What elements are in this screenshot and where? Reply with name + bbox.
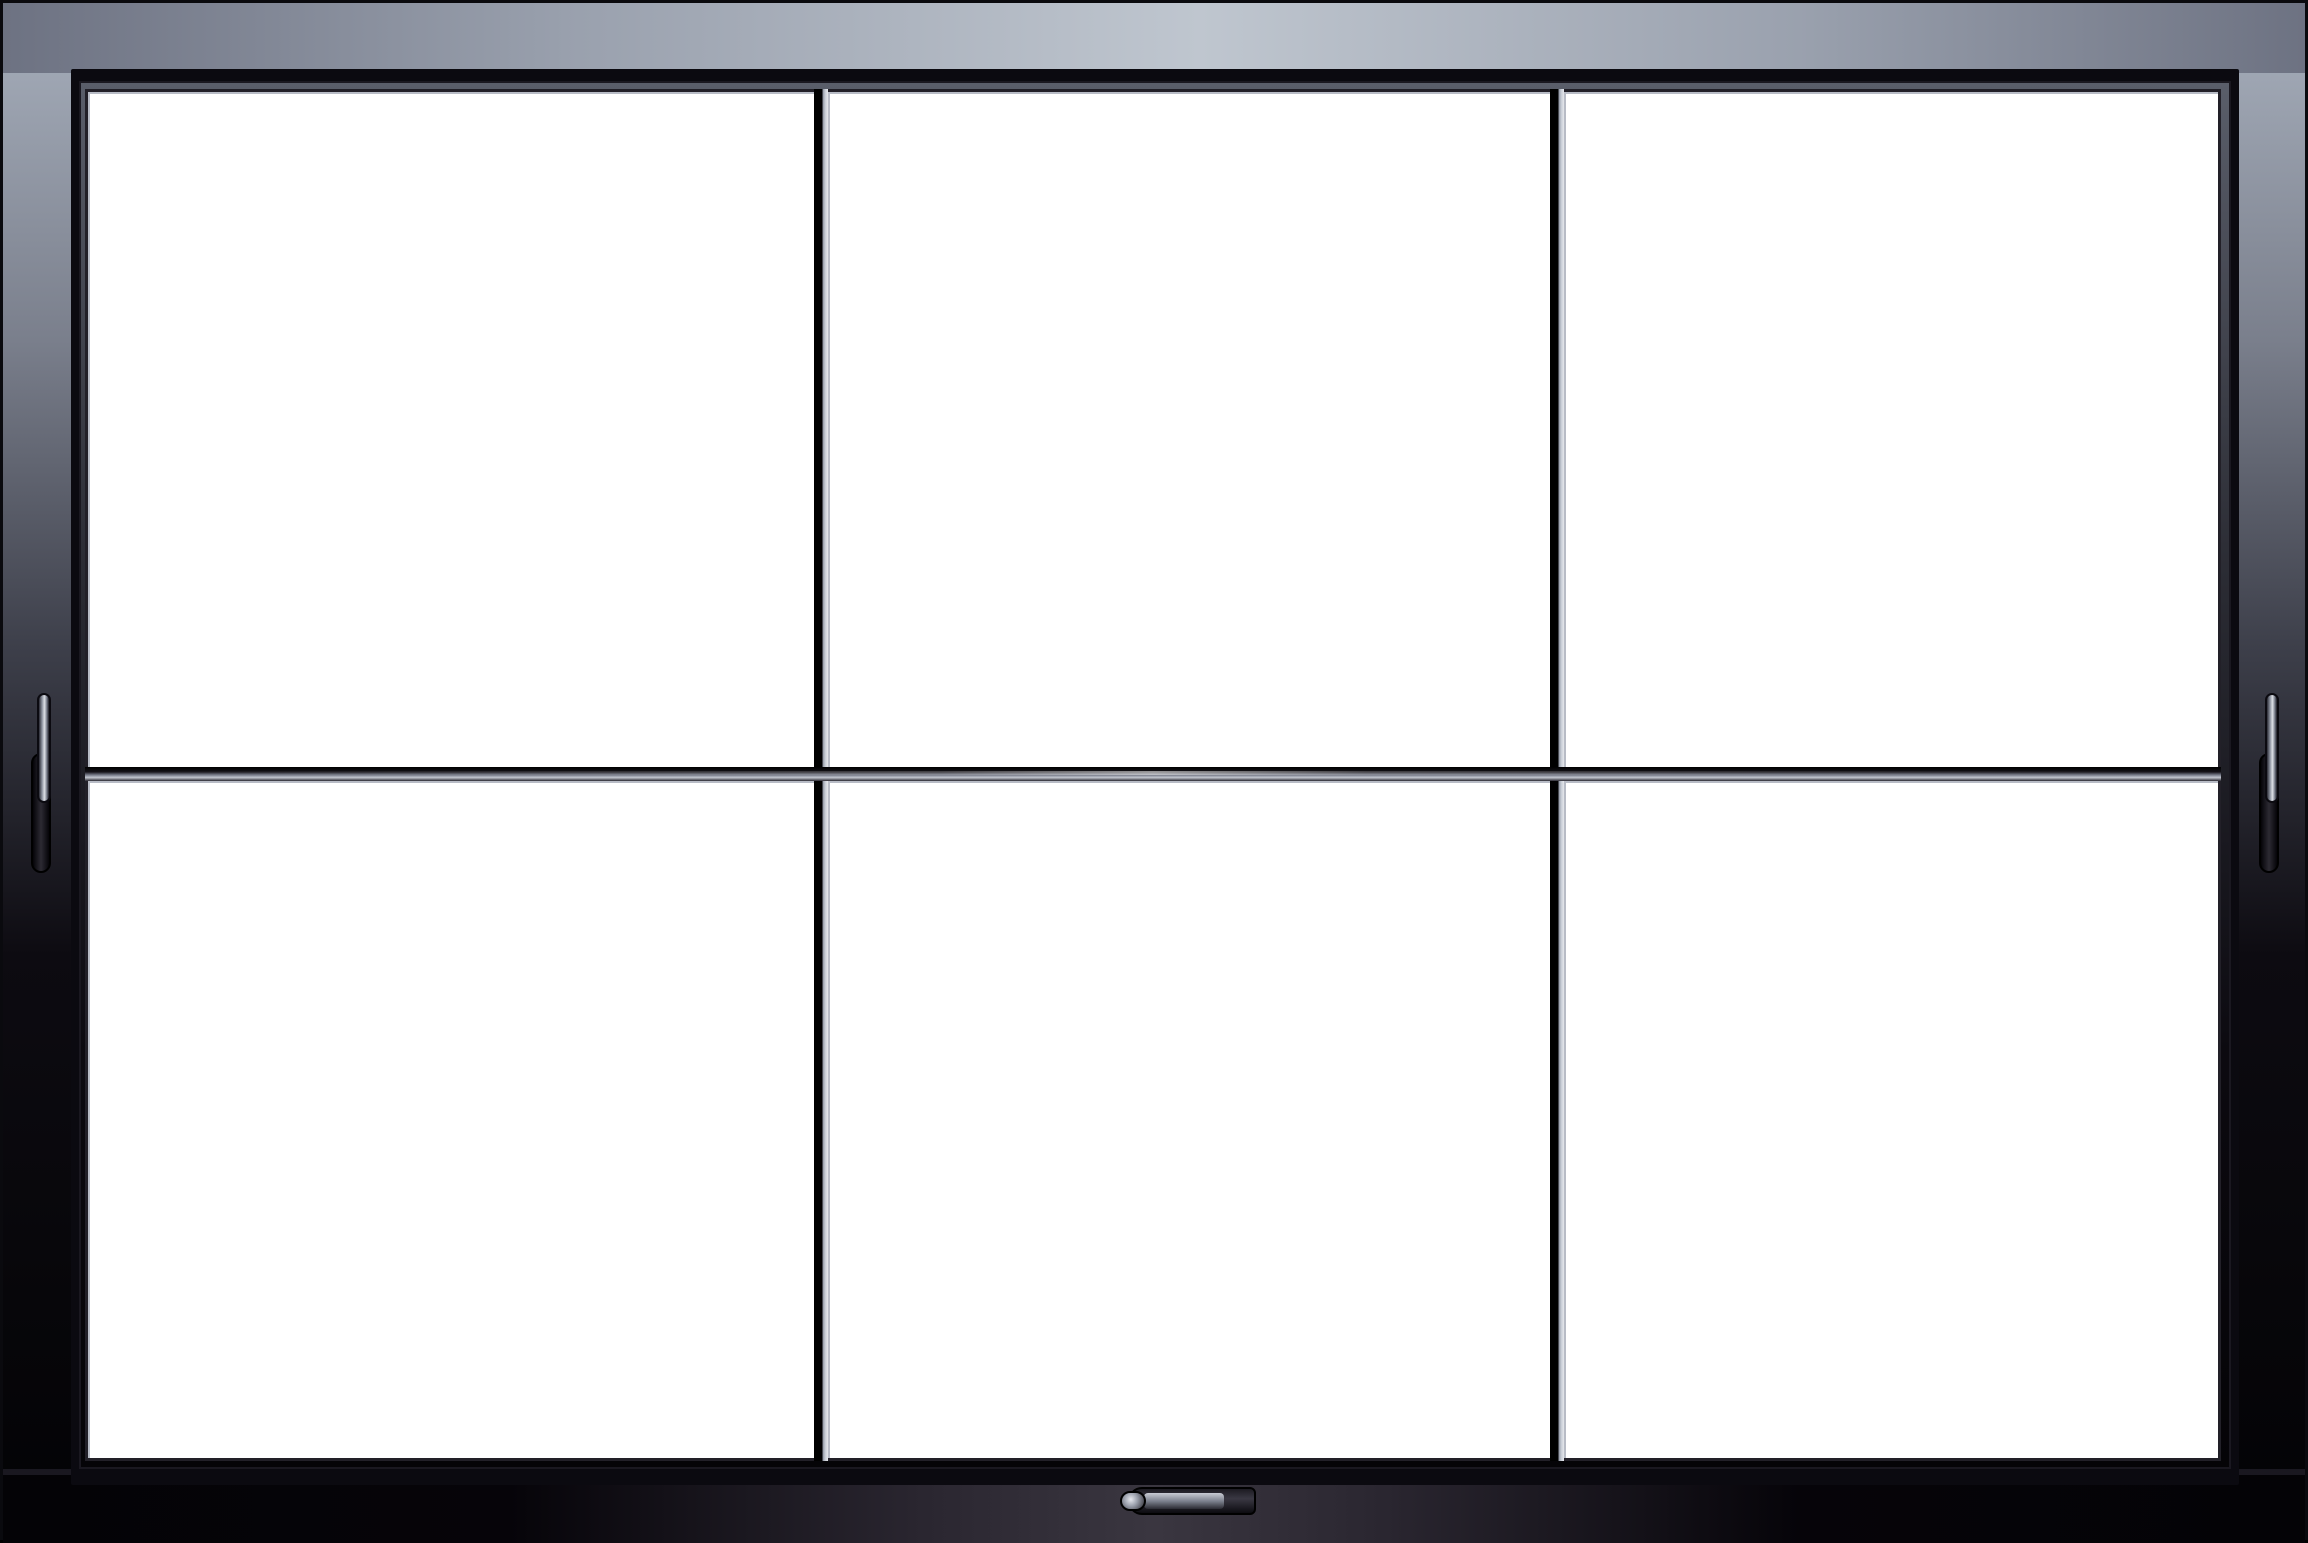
- window-frame: [0, 0, 2308, 1543]
- left-handle-grip: [37, 693, 51, 803]
- latch-knob: [1120, 1491, 1146, 1511]
- pane-r2-c2: [828, 781, 1550, 1458]
- bottom-latch-icon[interactable]: [1120, 1483, 1260, 1519]
- pane-r2-c3: [1564, 781, 2218, 1458]
- pane-r2-c1: [88, 781, 814, 1458]
- pane-r1-c2: [828, 92, 1550, 767]
- right-handle-grip: [2265, 693, 2279, 803]
- pane-r1-c3: [1564, 92, 2218, 767]
- left-handle-icon[interactable]: [31, 693, 53, 873]
- pane-r1-c1: [88, 92, 814, 767]
- latch-lever: [1144, 1493, 1224, 1509]
- right-handle-icon[interactable]: [2259, 693, 2281, 873]
- muntin-horizontal: [85, 767, 2221, 781]
